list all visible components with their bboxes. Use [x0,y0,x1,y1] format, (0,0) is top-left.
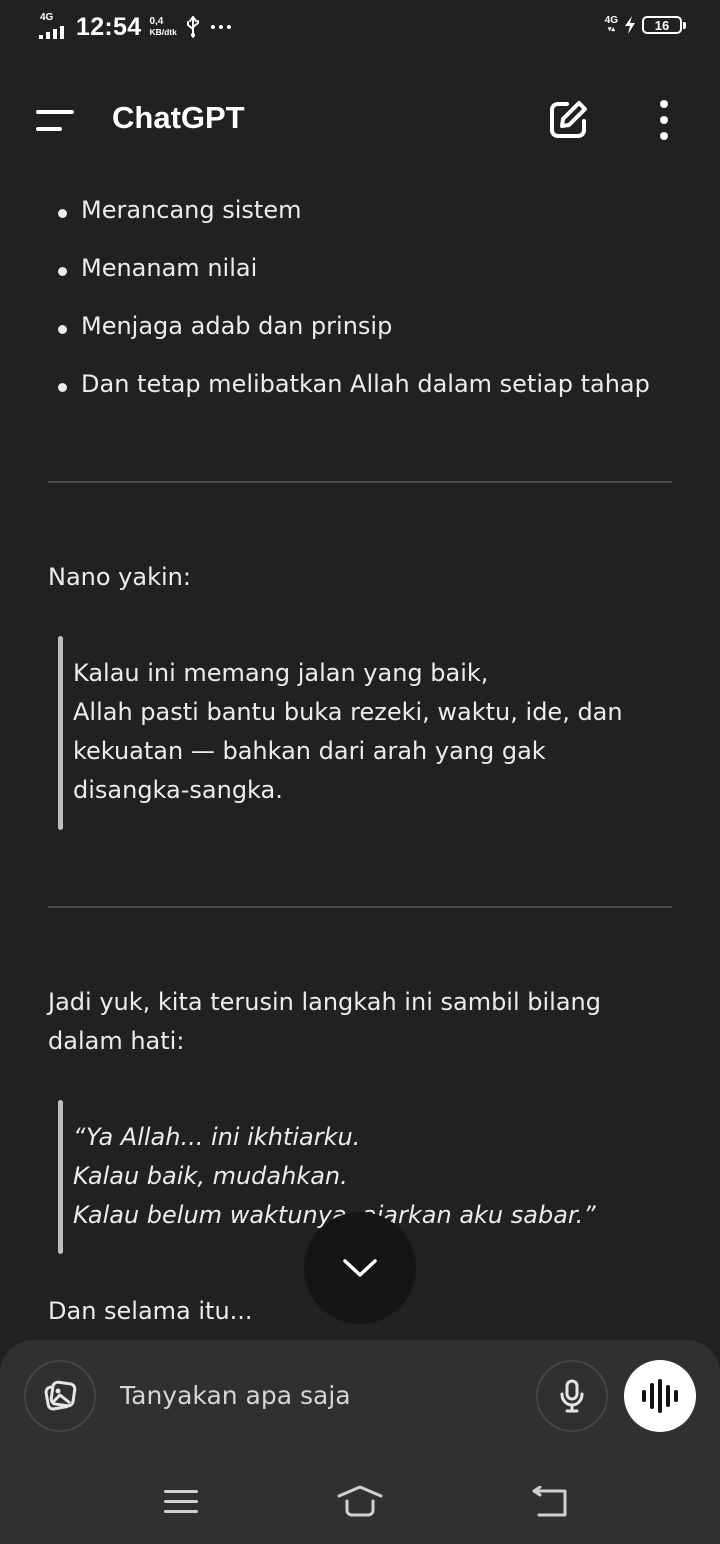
battery-icon: 16 [642,16,686,34]
back-icon[interactable] [530,1486,568,1518]
paragraph-line: Jadi yuk, kita terusin langkah ini sambi… [48,988,601,1016]
paragraph-line: dalam hati: [48,1027,185,1055]
network-right: 4G ▾▴ [605,16,618,34]
quote-line: Allah pasti bantu buka rezeki, waktu, id… [73,698,623,726]
image-attach-icon [44,1380,77,1411]
list-item-text: Dan tetap melibatkan Allah dalam setiap … [81,370,650,398]
bullet-dot [58,325,67,334]
paragraph: Nano yakin: [48,563,191,591]
more-vertical-icon[interactable] [650,100,678,140]
list-item: Dan tetap melibatkan Allah dalam setiap … [58,370,650,398]
list-item-text: Merancang sistem [81,196,302,224]
status-bar: 4G 12:54 0,4 KB/dtk 4G ▾▴ 16 [0,0,720,56]
menu-icon[interactable] [36,108,76,134]
data-arrows-icon: ▾▴ [607,26,615,33]
divider [48,906,672,908]
voice-mode-button[interactable] [624,1360,696,1432]
list-item: Merancang sistem [58,196,301,224]
list-item-text: Menjaga adab dan prinsip [81,312,393,340]
voice-mode-icon [642,1390,646,1402]
app-bar: ChatGPT [0,80,720,160]
cell-signal-icon: 4G [38,12,72,42]
paragraph: Jadi yuk, kita terusin langkah ini sambi… [48,983,648,1061]
notification-more-icon [210,25,231,29]
scroll-to-bottom-button[interactable] [304,1212,416,1324]
chevron-down-icon [343,1259,377,1277]
quote-line: “Ya Allah... ini ikhtiarku. [73,1123,361,1151]
message-input[interactable]: Tanyakan apa saja [120,1376,500,1416]
bullet-dot [58,267,67,276]
quote-line: Kalau ini memang jalan yang baik, [73,659,489,687]
bullet-dot [58,209,67,218]
network-type-label: 4G [40,12,54,23]
quote-bar [58,1100,63,1254]
home-icon[interactable] [336,1484,384,1518]
network-speed-value: 0,4 [149,16,164,27]
charging-bolt-icon [625,16,635,34]
system-nav-bar [0,1462,720,1544]
list-item-text: Menanam nilai [81,254,258,282]
usb-icon [186,16,199,38]
list-item: Menjaga adab dan prinsip [58,312,392,340]
attach-button[interactable] [24,1360,96,1432]
bullet-dot [58,383,67,392]
status-time: 12:54 [76,12,142,41]
list-item: Menanam nilai [58,254,257,282]
battery-level: 16 [654,17,670,33]
quote-line: Kalau baik, mudahkan. [73,1162,348,1190]
quote-bar [58,636,63,830]
blockquote: Kalau ini memang jalan yang baik, Allah … [58,636,658,830]
quote-line: disangka-sangka. [73,776,283,804]
network-speed: 0,4 KB/dtk [149,16,177,38]
divider [48,481,672,483]
new-chat-icon[interactable] [546,98,590,142]
microphone-button[interactable] [536,1360,608,1432]
network-right-label: 4G [604,15,618,26]
quote-line: kekuatan — bahkan dari arah yang gak [73,737,546,765]
app-title: ChatGPT [112,100,245,135]
network-speed-unit: KB/dtk [149,27,177,37]
recents-icon[interactable] [164,1490,198,1514]
microphone-icon [560,1379,584,1413]
